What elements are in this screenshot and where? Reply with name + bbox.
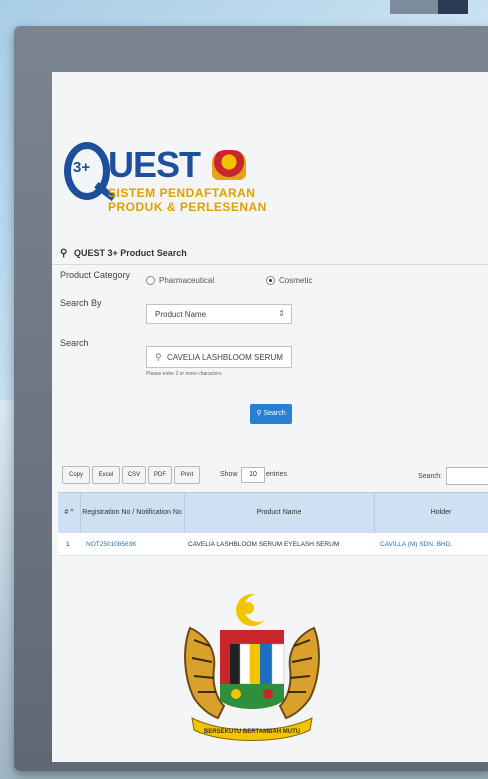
logo-subtitle-1: SISTEM PENDAFTARAN [108, 186, 256, 200]
radio-pharmaceutical[interactable]: Pharmaceutical [146, 276, 214, 285]
search-by-value: Product Name [155, 310, 207, 319]
table-header: # ^ Registration No / Notification No Pr… [58, 492, 488, 534]
search-icon: ⚲ [155, 352, 162, 362]
cell-index: 1 [66, 540, 70, 548]
search-label: Search [60, 338, 89, 348]
search-button-label: Search [263, 410, 286, 417]
search-panel-header: ⚲ QUEST 3+ Product Search [52, 242, 488, 265]
panel-title: QUEST 3+ Product Search [74, 248, 187, 258]
col-registration-no[interactable]: Registration No / Notification No [80, 493, 185, 533]
chevron-updown-icon: ⇕ [278, 309, 285, 318]
svg-text:BERSEKUTU BERTAMBAH MUTU: BERSEKUTU BERTAMBAH MUTU [204, 729, 300, 735]
search-button[interactable]: ⚲ Search [250, 404, 292, 424]
table-search-input[interactable] [446, 467, 488, 485]
col-index[interactable]: # ^ [58, 493, 81, 533]
entries-select[interactable]: 10 [241, 467, 265, 483]
search-hint: Please enter 3 or more characters [146, 371, 222, 377]
cell-product-name: CAVELIA LASHBLOOM SERUM EYELASH SERUM [188, 540, 340, 548]
radio-cosmetic[interactable]: Cosmetic [266, 276, 312, 285]
entries-label: entries [266, 471, 288, 478]
browser-screen: 3+ UEST SISTEM PENDAFTARAN PRODUK & PERL… [52, 72, 488, 762]
malaysia-coat-of-arms-emblem: BERSEKUTU BERTAMBAH MUTU [184, 594, 320, 741]
monitor-bezel: 3+ UEST SISTEM PENDAFTARAN PRODUK & PERL… [14, 26, 488, 771]
radio-selected-icon [266, 276, 275, 285]
crest-icon [212, 150, 246, 180]
quest-logo: 3+ UEST SISTEM PENDAFTARAN PRODUK & PERL… [64, 142, 267, 232]
col-product-name[interactable]: Product Name [184, 493, 375, 533]
show-label: Show [220, 471, 238, 478]
search-icon: ⚲ [256, 410, 262, 417]
table-row: 1 NOT250108563K CAVELIA LASHBLOOM SERUM … [58, 533, 488, 556]
csv-button[interactable]: CSV [122, 466, 146, 484]
radio-icon [146, 276, 155, 285]
copy-button[interactable]: Copy [62, 466, 90, 484]
product-category-label: Product Category [60, 270, 131, 280]
table-search-label: Search: [418, 473, 443, 480]
excel-button[interactable]: Excel [92, 466, 120, 484]
cell-registration-link[interactable]: NOT250108563K [86, 533, 137, 555]
search-by-select[interactable]: Product Name ⇕ [146, 304, 292, 324]
search-input[interactable]: ⚲ CAVELIA LASHBLOOM SERUM [146, 346, 292, 368]
cell-holder-link[interactable]: CAVILLA (M) SDN. BHD. [380, 533, 452, 555]
radio-label: Pharmaceutical [159, 276, 215, 285]
search-value: CAVELIA LASHBLOOM SERUM [167, 353, 283, 362]
quest-version: 3+ [73, 159, 91, 176]
search-icon: ⚲ [60, 248, 68, 259]
background-object [438, 0, 468, 14]
pdf-button[interactable]: PDF [148, 466, 172, 484]
col-holder[interactable]: Holder [374, 493, 488, 533]
print-button[interactable]: Print [174, 466, 200, 484]
radio-label: Cosmetic [279, 276, 313, 285]
quest-wordmark: UEST [108, 144, 201, 185]
background-object [390, 0, 438, 14]
logo-subtitle-2: PRODUK & PERLESENAN [108, 200, 267, 214]
search-by-label: Search By [60, 298, 102, 308]
